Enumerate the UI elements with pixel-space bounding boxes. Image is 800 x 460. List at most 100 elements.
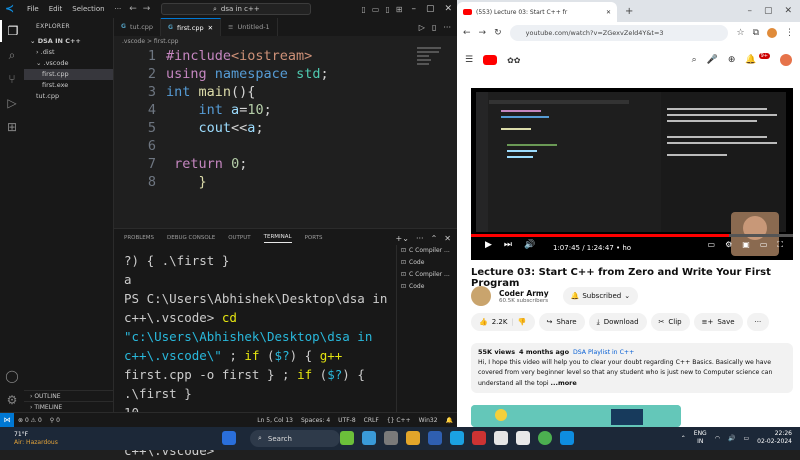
search-icon[interactable]: ⌕ (692, 55, 697, 65)
code-line[interactable]: int main(){ (166, 83, 255, 101)
tree-item[interactable]: tut.cpp (24, 91, 113, 102)
app-icon[interactable] (362, 431, 376, 445)
voice-search-icon[interactable]: 🎤 (707, 55, 718, 65)
maximize-panel-icon[interactable]: ⌃ (431, 234, 438, 243)
split-editor-icon[interactable]: ▯ (432, 23, 436, 32)
close-button[interactable]: ✕ (439, 4, 457, 14)
layout-icon[interactable]: ⊞ (396, 5, 403, 14)
playlist-link[interactable]: DSA Playlist in C++ (573, 349, 634, 356)
thumbs-down-icon[interactable]: 👎 (518, 318, 527, 326)
app-icon[interactable] (472, 431, 486, 445)
encoding[interactable]: UTF-8 (334, 417, 360, 424)
manage-gear-icon[interactable]: ⚙ (0, 389, 24, 411)
platform[interactable]: Win32 (415, 417, 442, 424)
extensions-icon[interactable]: ⊞ (0, 116, 24, 138)
line-ending[interactable]: CRLF (360, 417, 383, 424)
back-icon[interactable]: ← (129, 4, 137, 14)
menu-selection[interactable]: Selection (67, 0, 109, 18)
menu-icon[interactable]: ⋮ (785, 28, 794, 38)
search-view-icon[interactable]: ⌕ (0, 44, 24, 66)
explorer-icon[interactable]: ❐ (0, 20, 24, 42)
bell-icon[interactable]: 🔔 (745, 55, 756, 65)
tab-debug-console[interactable]: DEBUG CONSOLE (167, 235, 215, 241)
taskbar-search[interactable]: ⌕ Search (250, 430, 340, 447)
download-button[interactable]: ⤓ Download (588, 313, 647, 331)
app-icon[interactable] (516, 431, 530, 445)
language-indicator[interactable]: ENG IN (694, 430, 707, 446)
tab-first-cpp[interactable]: Gfirst.cpp ✕ (161, 18, 222, 36)
back-icon[interactable]: ← (463, 28, 471, 38)
subtitles-icon[interactable]: ▭ (708, 240, 716, 250)
code-line[interactable]: cout<<a; (166, 119, 264, 137)
play-icon[interactable]: ▶ (485, 240, 492, 250)
menu-more[interactable]: ··· (110, 0, 127, 18)
chevron-up-icon[interactable]: ⌃ (681, 435, 686, 442)
share-button[interactable]: ↪ Share (538, 313, 585, 331)
indentation[interactable]: Spaces: 4 (297, 417, 334, 424)
app-icon[interactable] (340, 431, 354, 445)
fullscreen-icon[interactable]: ⛶ (777, 240, 783, 250)
settings-gear-icon[interactable]: ⚙ (725, 240, 732, 250)
doodle-icon[interactable]: ✿✿ (507, 56, 520, 65)
run-debug-icon[interactable]: ▷ (0, 92, 24, 114)
address-bar[interactable]: youtube.com/watch?v=ZGexvZeld4Y&t=3 (509, 25, 729, 41)
app-icon[interactable] (428, 431, 442, 445)
source-control-icon[interactable]: ⑂ (0, 68, 24, 90)
show-more-link[interactable]: ...more (551, 379, 577, 387)
toggle-sidebar-icon[interactable]: ▯ (361, 5, 365, 14)
volume-icon[interactable]: 🔊 (728, 435, 735, 442)
theater-icon[interactable]: ▭ (760, 240, 768, 250)
create-icon[interactable]: ⊕ (728, 55, 736, 65)
maximize-button[interactable]: ▢ (764, 6, 773, 16)
tab-ports[interactable]: PORTS (305, 235, 323, 241)
notifications-icon[interactable]: 🔔 (442, 417, 457, 424)
app-icon[interactable] (494, 431, 508, 445)
minimize-button[interactable]: – (747, 6, 752, 16)
new-terminal-icon[interactable]: +⌄ (396, 234, 409, 243)
error-count[interactable]: ⊗ 0 ⚠ 0 (14, 417, 46, 424)
language-mode[interactable]: {} C++ (383, 417, 415, 424)
reload-icon[interactable]: ↻ (494, 28, 502, 38)
tab-problems[interactable]: PROBLEMS (124, 235, 154, 241)
next-icon[interactable]: ⏭ (504, 240, 512, 250)
account-avatar[interactable] (780, 54, 792, 66)
save-button[interactable]: ≡+ Save (693, 313, 743, 331)
terminal-item[interactable]: ⊡ C Compiler ... (397, 245, 457, 257)
close-panel-icon[interactable]: ✕ (444, 234, 451, 243)
minimize-button[interactable]: – (406, 4, 421, 14)
folder-root[interactable]: ⌄ DSA IN C++ (24, 36, 113, 47)
browser-tab[interactable]: (553) Lecture 03: Start C++ fr ✕ (457, 2, 617, 22)
tab-tut-cpp[interactable]: Gtut.cpp (114, 18, 162, 36)
maximize-button[interactable]: ▢ (421, 4, 440, 14)
vscode-icon[interactable] (560, 431, 574, 445)
tab-untitled-1[interactable]: ≡ Untitled-1 (221, 18, 278, 36)
channel-name[interactable]: Coder Army (499, 289, 549, 298)
chrome-icon[interactable] (538, 431, 552, 445)
tree-item[interactable]: first.cpp (24, 69, 113, 80)
toggle-secondary-icon[interactable]: ▯ (385, 5, 389, 14)
menu-edit[interactable]: Edit (44, 0, 68, 18)
outline-section[interactable]: › OUTLINE (24, 390, 114, 401)
menu-file[interactable]: File (22, 0, 44, 18)
panel-more-icon[interactable]: ··· (416, 234, 424, 243)
wifi-icon[interactable]: ◠ (715, 435, 720, 442)
like-button[interactable]: 👍 2.2K | 👎 (471, 313, 535, 331)
code-line[interactable]: using namespace std; (166, 65, 329, 83)
youtube-logo-icon[interactable] (483, 55, 498, 65)
code-line[interactable]: int a=10; (166, 101, 272, 119)
extensions-icon[interactable]: ⧉ (753, 28, 759, 38)
video-player[interactable]: ▶ ⏭ 🔊 1:07:45 / 1:24:47 • ho ▭ ⚙ ▣ ▭ ⛶ (471, 88, 793, 260)
start-icon[interactable] (222, 431, 236, 445)
subscribed-button[interactable]: 🔔 Subscribed ⌄ (562, 287, 639, 305)
bookmark-star-icon[interactable]: ☆ (736, 28, 744, 38)
account-icon[interactable]: ◯ (0, 365, 24, 387)
tree-item[interactable]: › .dist (24, 47, 113, 58)
edge-icon[interactable] (450, 431, 464, 445)
video-description[interactable]: 55K views 4 months ago DSA Playlist in C… (471, 343, 793, 393)
more-button[interactable]: ··· (746, 313, 770, 331)
remote-icon[interactable]: ⋈ (0, 412, 14, 428)
terminal-item[interactable]: ⊡ C Compiler ... (397, 269, 457, 281)
breadcrumb[interactable]: .vscode > first.cpp (114, 36, 457, 47)
channel-avatar[interactable] (471, 286, 491, 306)
toggle-panel-icon[interactable]: ▭ (372, 5, 380, 14)
